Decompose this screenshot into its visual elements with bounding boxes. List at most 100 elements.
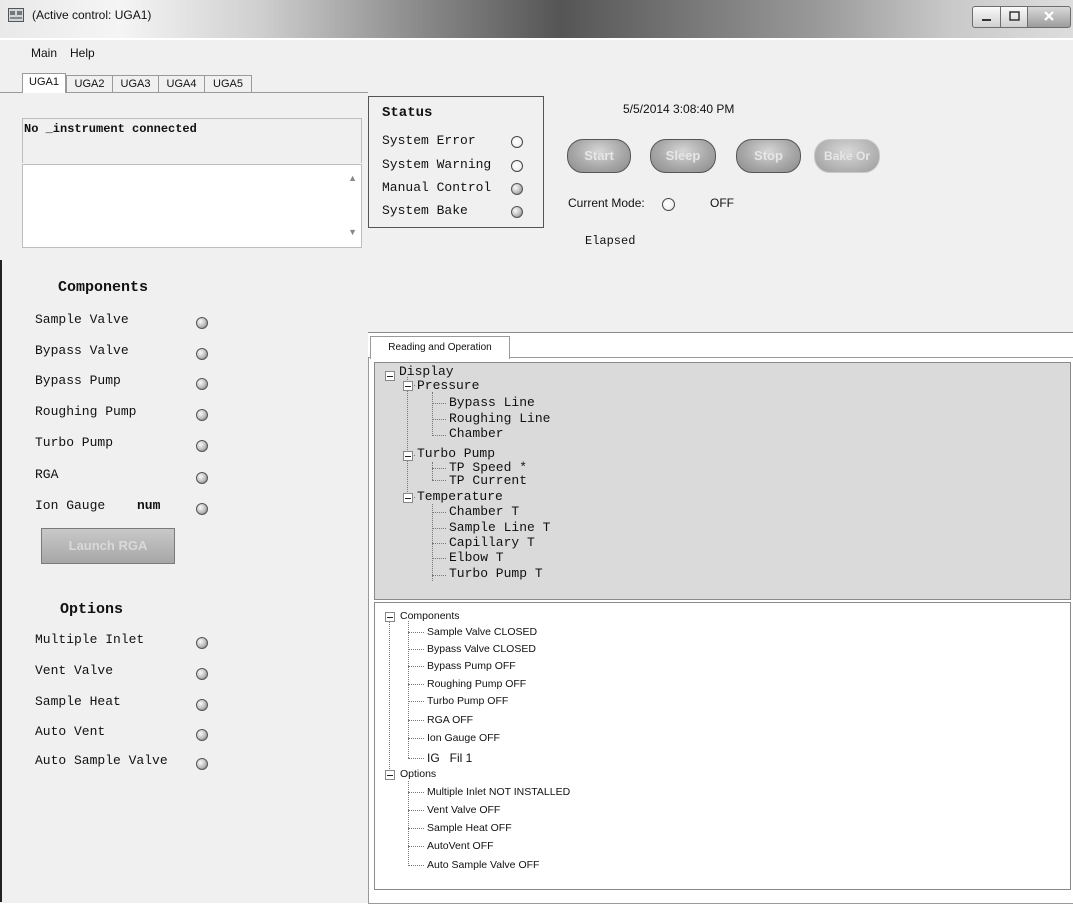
tab-uga5[interactable]: UGA5	[204, 75, 252, 92]
options-heading: Options	[60, 601, 124, 618]
collapse-temperature-icon[interactable]	[403, 493, 413, 503]
tree-node-tp-current[interactable]: TP Current	[449, 474, 527, 488]
menu-bar: Main Help	[0, 40, 1073, 64]
tab-uga2[interactable]: UGA2	[66, 75, 113, 92]
title-bar: (Active control: UGA1)	[0, 0, 1073, 38]
tab-uga4[interactable]: UGA4	[158, 75, 205, 92]
vent-valve-indicator-icon	[196, 668, 208, 680]
status-bypass-pump[interactable]: Bypass Pump OFF	[427, 660, 516, 673]
tree-node-chamber-t[interactable]: Chamber T	[449, 505, 519, 519]
system-bake-label: System Bake	[382, 203, 468, 218]
close-button[interactable]	[1027, 6, 1071, 28]
bypass-pump-indicator-icon	[196, 378, 208, 390]
system-error-indicator-icon	[511, 136, 523, 148]
option-auto-vent-label: Auto Vent	[35, 724, 106, 739]
option-vent-valve-label: Vent Valve	[35, 663, 114, 678]
collapse-display-icon[interactable]	[385, 371, 395, 381]
status-sample-valve[interactable]: Sample Valve CLOSED	[427, 626, 537, 639]
scroll-down-icon[interactable]: ▼	[348, 227, 357, 237]
tree-node-turbo-pump[interactable]: Turbo Pump	[417, 447, 495, 461]
system-error-label: System Error	[382, 133, 476, 148]
status-turbo-pump[interactable]: Turbo Pump OFF	[427, 695, 508, 708]
tree-node-sample-line-t[interactable]: Sample Line T	[449, 521, 550, 535]
tree-node-chamber[interactable]: Chamber	[449, 427, 504, 441]
start-button[interactable]: Start	[567, 139, 631, 173]
component-rga-label: RGA	[35, 467, 59, 482]
tab-uga3[interactable]: UGA3	[112, 75, 159, 92]
launch-rga-button[interactable]: Launch RGA	[41, 528, 175, 564]
menu-help[interactable]: Help	[70, 46, 95, 60]
system-warning-indicator-icon	[511, 160, 523, 172]
status-vent-valve[interactable]: Vent Valve OFF	[427, 804, 500, 817]
device-tabs: UGA1 UGA2 UGA3 UGA4 UGA5	[0, 64, 1073, 93]
tree-node-options[interactable]: Options	[400, 768, 436, 781]
elapsed-label: Elapsed	[585, 234, 636, 248]
tree-node-bypass-line[interactable]: Bypass Line	[449, 396, 535, 410]
status-bypass-valve[interactable]: Bypass Valve CLOSED	[427, 643, 536, 656]
status-auto-sample-valve[interactable]: Auto Sample Valve OFF	[427, 859, 539, 872]
display-tree[interactable]: Display Pressure Bypass Line Roughing Li…	[374, 362, 1071, 600]
turbo-pump-indicator-icon	[196, 440, 208, 452]
status-ion-gauge[interactable]: Ion Gauge OFF	[427, 732, 500, 745]
log-textbox[interactable]: ▲ ▼	[22, 164, 362, 248]
scroll-up-icon[interactable]: ▲	[348, 173, 357, 183]
stop-button[interactable]: Stop	[736, 139, 801, 173]
status-ig-filament[interactable]: IG Fil 1	[427, 752, 472, 765]
tab-uga1[interactable]: UGA1	[22, 73, 66, 93]
auto-vent-indicator-icon	[196, 729, 208, 741]
component-bypass-valve-label: Bypass Valve	[35, 343, 129, 358]
connection-status-text: No _instrument connected	[24, 122, 197, 136]
components-heading: Components	[58, 279, 149, 296]
rga-indicator-icon	[196, 472, 208, 484]
multiple-inlet-indicator-icon	[196, 637, 208, 649]
roughing-pump-indicator-icon	[196, 409, 208, 421]
manual-control-indicator-icon	[511, 183, 523, 195]
auto-sample-valve-indicator-icon	[196, 758, 208, 770]
tree-node-display[interactable]: Display	[399, 365, 454, 379]
ion-gauge-num-value: num	[137, 498, 161, 513]
app-icon	[8, 8, 24, 22]
tree-node-components[interactable]: Components	[400, 610, 460, 623]
date-time-display: 5/5/2014 3:08:40 PM	[623, 102, 735, 116]
status-tree[interactable]: Components Sample Valve CLOSED Bypass Va…	[374, 602, 1071, 890]
maximize-button[interactable]	[1000, 6, 1029, 28]
sleep-button[interactable]: Sleep	[650, 139, 716, 173]
option-sample-heat-label: Sample Heat	[35, 694, 121, 709]
system-bake-indicator-icon	[511, 206, 523, 218]
bake-button[interactable]: Bake Or	[814, 139, 880, 173]
status-rga[interactable]: RGA OFF	[427, 714, 473, 727]
component-sample-valve-label: Sample Valve	[35, 312, 129, 327]
status-heading: Status	[382, 105, 433, 121]
collapse-turbo-pump-icon[interactable]	[403, 451, 413, 461]
status-auto-vent[interactable]: AutoVent OFF	[427, 840, 494, 853]
manual-control-label: Manual Control	[382, 180, 492, 195]
collapse-options-icon[interactable]	[385, 770, 395, 780]
option-auto-sample-valve-label: Auto Sample Valve	[35, 753, 168, 768]
tree-node-capillary-t[interactable]: Capillary T	[449, 536, 535, 550]
status-multiple-inlet[interactable]: Multiple Inlet NOT INSTALLED	[427, 786, 570, 799]
component-roughing-pump-label: Roughing Pump	[35, 404, 137, 419]
tree-node-turbo-pump-t[interactable]: Turbo Pump T	[449, 567, 543, 581]
tab-reading-and-operation[interactable]: Reading and Operation	[370, 336, 510, 359]
ion-gauge-indicator-icon	[196, 503, 208, 515]
current-mode-indicator-icon	[662, 198, 675, 211]
tree-node-temperature[interactable]: Temperature	[417, 490, 503, 504]
system-warning-label: System Warning	[382, 157, 492, 172]
collapse-components-icon[interactable]	[385, 612, 395, 622]
status-sample-heat[interactable]: Sample Heat OFF	[427, 822, 512, 835]
tree-node-pressure[interactable]: Pressure	[417, 379, 479, 393]
minimize-button[interactable]	[972, 6, 1002, 28]
component-ion-gauge-label: Ion Gauge	[35, 498, 106, 513]
component-turbo-pump-label: Turbo Pump	[35, 435, 114, 450]
current-mode-label: Current Mode:	[568, 196, 645, 210]
bypass-valve-indicator-icon	[196, 348, 208, 360]
status-group: Status System Error System Warning Manua…	[368, 96, 544, 228]
tree-node-elbow-t[interactable]: Elbow T	[449, 551, 504, 565]
collapse-pressure-icon[interactable]	[403, 381, 413, 391]
tree-node-roughing-line[interactable]: Roughing Line	[449, 412, 550, 426]
menu-main[interactable]: Main	[31, 46, 57, 60]
option-multiple-inlet-label: Multiple Inlet	[35, 632, 145, 647]
sample-valve-indicator-icon	[196, 317, 208, 329]
status-roughing-pump[interactable]: Roughing Pump OFF	[427, 678, 526, 691]
current-mode-value: OFF	[710, 196, 734, 210]
